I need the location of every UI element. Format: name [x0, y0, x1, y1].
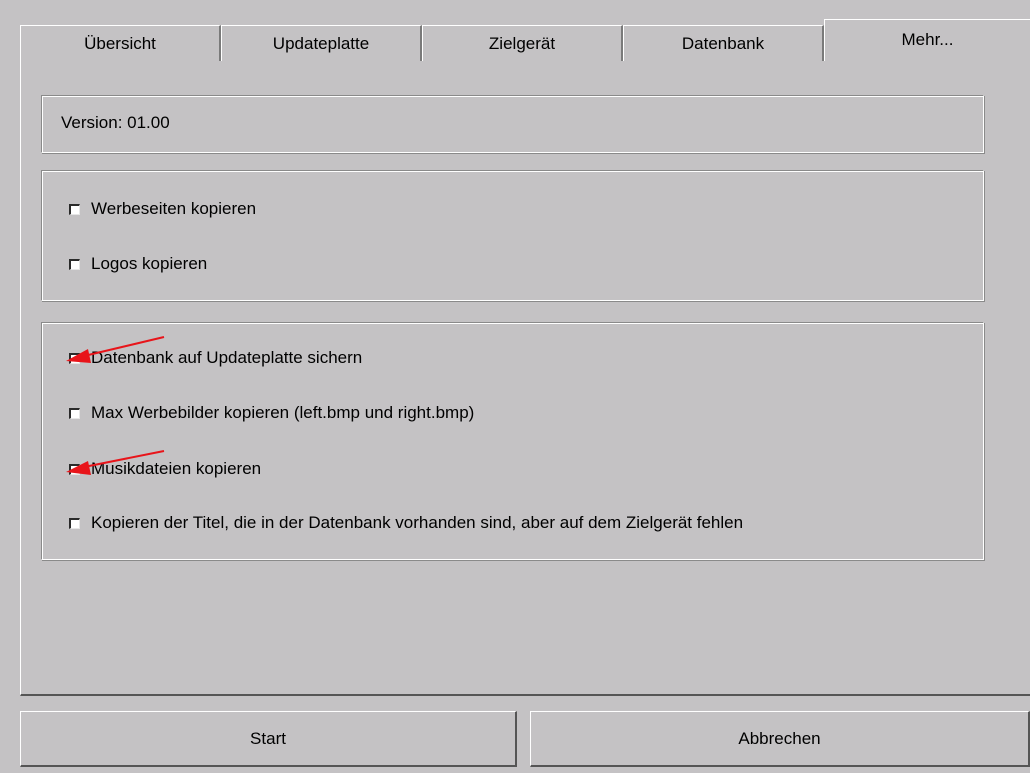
checkbox[interactable] — [69, 407, 80, 419]
cancel-button-label: Abbrechen — [738, 728, 821, 748]
tab-zielgeraet[interactable]: Zielgerät — [422, 25, 623, 61]
checkbox[interactable] — [69, 517, 80, 529]
tab-label: Datenbank — [681, 33, 765, 53]
checkbox[interactable] — [69, 203, 80, 215]
checkbox[interactable] — [69, 258, 80, 270]
tab-bar: Übersicht Updateplatte Zielgerät Datenba… — [20, 19, 1030, 61]
checkbox[interactable] — [69, 463, 80, 475]
option-logos-kopieren[interactable]: Logos kopieren — [69, 254, 207, 274]
version-label: Version: 01.00 — [61, 113, 170, 132]
tab-updateplatte[interactable]: Updateplatte — [221, 25, 422, 61]
option-label: Werbeseiten kopieren — [91, 199, 257, 218]
version-box: Version: 01.00 — [41, 95, 984, 153]
dialog-window: Übersicht Updateplatte Zielgerät Datenba… — [0, 0, 1030, 773]
tab-label: Updateplatte — [272, 33, 370, 53]
option-fehlende-titel-kopieren[interactable]: Kopieren der Titel, die in der Datenbank… — [69, 513, 743, 533]
tab-label: Zielgerät — [488, 33, 556, 53]
extra-options-group: Datenbank auf Updateplatte sichern Max W… — [41, 322, 984, 560]
option-label: Datenbank auf Updateplatte sichern — [91, 348, 363, 367]
copy-options-group: Werbeseiten kopieren Logos kopieren — [41, 170, 984, 301]
checkbox[interactable] — [69, 352, 80, 364]
tab-label: Übersicht — [84, 33, 156, 53]
option-label: Kopieren der Titel, die in der Datenbank… — [91, 513, 744, 532]
option-max-werbebilder-kopieren[interactable]: Max Werbebilder kopieren (left.bmp und r… — [69, 403, 474, 423]
option-label: Musikdateien kopieren — [91, 459, 262, 478]
option-label: Max Werbebilder kopieren (left.bmp und r… — [91, 403, 475, 422]
option-label: Logos kopieren — [91, 254, 208, 273]
option-datenbank-sichern[interactable]: Datenbank auf Updateplatte sichern — [69, 348, 362, 368]
start-button[interactable]: Start — [20, 711, 517, 767]
tab-mehr[interactable]: Mehr... — [824, 19, 1030, 61]
tab-label: Mehr... — [901, 30, 954, 49]
tab-datenbank[interactable]: Datenbank — [623, 25, 824, 61]
option-werbeseiten-kopieren[interactable]: Werbeseiten kopieren — [69, 199, 256, 219]
tab-panel-mehr: Version: 01.00 Werbeseiten kopieren Logo… — [20, 59, 1030, 696]
cancel-button[interactable]: Abbrechen — [530, 711, 1030, 767]
tab-uebersicht[interactable]: Übersicht — [20, 25, 221, 61]
option-musikdateien-kopieren[interactable]: Musikdateien kopieren — [69, 459, 261, 479]
start-button-label: Start — [250, 728, 286, 748]
